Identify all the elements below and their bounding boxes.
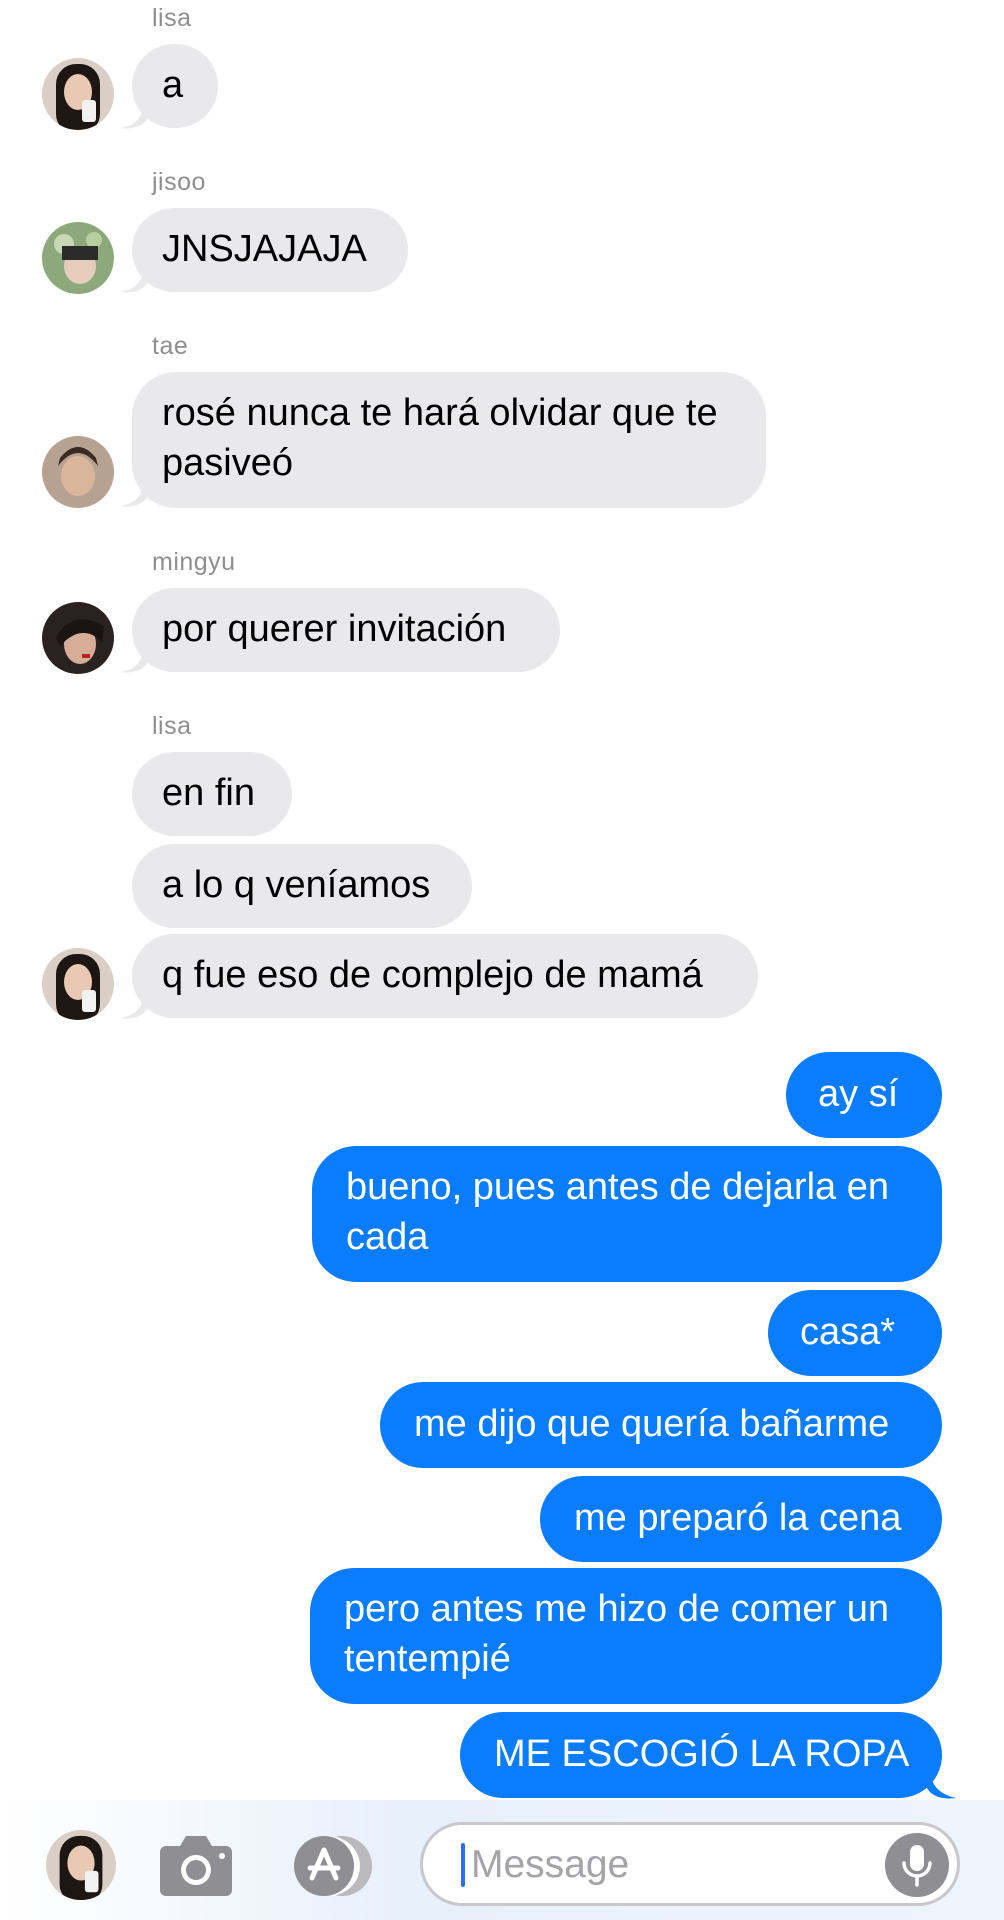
outgoing-bubble[interactable]: bueno, pues antes de dejarla en cada <box>312 1146 942 1282</box>
outgoing-bubble[interactable]: me dijo que quería bañarme <box>380 1382 942 1468</box>
message-text: a <box>162 64 184 106</box>
message-text: q fue eso de complejo de mamá <box>162 954 703 996</box>
avatar-tae[interactable] <box>42 436 114 508</box>
microphone-icon <box>902 1845 932 1887</box>
app-store-icon <box>294 1836 372 1896</box>
bubble-tail <box>120 478 148 507</box>
incoming-bubble[interactable]: rosé nunca te hará olvidar que te pasive… <box>132 372 766 508</box>
message-text: ay sí <box>818 1073 899 1115</box>
message-thread[interactable]: lisa a jisoo JNSJAJAJA tae rosé nunca te… <box>0 0 1004 1800</box>
outgoing-bubble[interactable]: me preparó la cena <box>540 1476 942 1562</box>
message-text: bueno, pues antes de dejarla en cada <box>346 1166 889 1258</box>
message-text: me dijo que quería bañarme <box>414 1403 890 1445</box>
incoming-bubble[interactable]: por querer invitación <box>132 588 560 672</box>
message-text: por querer invitación <box>162 608 507 650</box>
bubble-tail <box>120 264 148 293</box>
camera-icon <box>160 1836 232 1896</box>
message-text: ME ESCOGIÓ LA ROPA <box>494 1733 910 1775</box>
incoming-bubble[interactable]: a lo q veníamos <box>132 844 472 928</box>
incoming-bubble[interactable]: en fin <box>132 752 292 836</box>
avatar-lisa[interactable] <box>42 58 114 130</box>
composer-bar: Message <box>0 1800 1004 1920</box>
message-text: a lo q veníamos <box>162 864 431 906</box>
sender-name: jisoo <box>152 168 206 196</box>
text-cursor <box>461 1843 465 1887</box>
message-text: casa* <box>800 1311 896 1353</box>
outgoing-bubble[interactable]: ME ESCOGIÓ LA ROPA <box>460 1712 942 1798</box>
bubble-tail <box>926 1768 956 1799</box>
message-text: pero antes me hizo de comer un tentempié <box>344 1588 889 1680</box>
message-placeholder: Message <box>471 1843 630 1886</box>
message-text: rosé nunca te hará olvidar que te pasive… <box>162 392 718 484</box>
outgoing-bubble[interactable]: ay sí <box>786 1052 942 1138</box>
camera-button[interactable] <box>158 1832 234 1898</box>
incoming-bubble[interactable]: JNSJAJAJA <box>132 208 408 292</box>
sender-name: mingyu <box>152 548 236 576</box>
apps-button[interactable] <box>286 1834 378 1898</box>
outgoing-bubble[interactable]: pero antes me hizo de comer un tentempié <box>310 1568 942 1704</box>
avatar-mingyu[interactable] <box>42 602 114 674</box>
message-input[interactable]: Message <box>420 1822 960 1906</box>
microphone-button[interactable] <box>885 1833 949 1897</box>
avatar-lisa[interactable] <box>42 948 114 1020</box>
sender-name: tae <box>152 332 189 360</box>
bubble-tail <box>120 644 148 673</box>
message-text: me preparó la cena <box>574 1497 902 1539</box>
profile-avatar[interactable] <box>46 1830 116 1900</box>
avatar-jisoo[interactable] <box>42 222 114 294</box>
bubble-tail <box>120 100 148 129</box>
message-text: JNSJAJAJA <box>162 228 367 270</box>
message-text: en fin <box>162 772 255 814</box>
outgoing-bubble[interactable]: casa* <box>768 1290 942 1376</box>
sender-name: lisa <box>152 712 192 740</box>
bubble-tail <box>120 990 148 1019</box>
incoming-bubble[interactable]: q fue eso de complejo de mamá <box>132 934 758 1018</box>
sender-name: lisa <box>152 4 192 32</box>
